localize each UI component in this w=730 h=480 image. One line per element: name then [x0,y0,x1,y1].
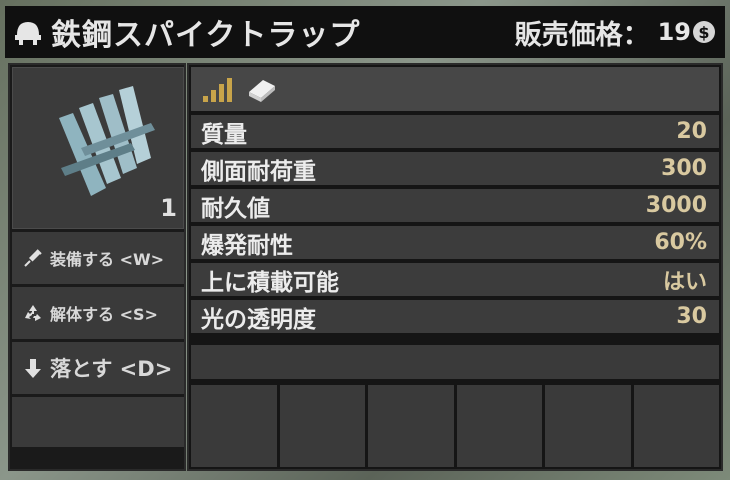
stat-row-stackable-on-top: 上に積載可能 はい [191,263,719,296]
mod-slot[interactable] [368,385,454,467]
item-stats-panel: 質量 20 側面耐荷重 300 耐久値 3000 爆発耐性 60% 上に積載可能… [187,63,723,471]
stat-row-mass: 質量 20 [191,115,719,148]
item-left-panel: 1 装備する <W> 解体する <S> 落とす <D> [8,63,186,471]
book-icon[interactable] [245,74,279,104]
stat-label: 質量 [201,121,247,148]
stat-label: 爆発耐性 [201,232,293,259]
info-icons-row [191,67,719,111]
item-name: 鉄鋼スパイクトラップ [51,18,361,53]
empty-stat-row [191,345,719,379]
stat-value: 3000 [645,193,707,218]
stat-label: 耐久値 [201,195,270,222]
mod-slot[interactable] [279,385,365,467]
steel-spike-trap-image [59,86,155,196]
drop-button[interactable]: 落とす <D> [12,342,184,394]
mod-slot[interactable] [456,385,542,467]
coin-icon: $ [693,21,715,43]
scrap-button[interactable]: 解体する <S> [12,287,184,339]
syringe-icon [24,249,42,267]
stat-row-explosion-resistance: 爆発耐性 60% [191,226,719,259]
quality-bars-icon[interactable] [201,74,235,104]
stat-label: 側面耐荷重 [201,158,316,185]
mod-slot[interactable] [545,385,631,467]
price-value: 19 [657,18,691,46]
item-title-bar: 鉄鋼スパイクトラップ 販売価格： 19 $ [5,6,725,58]
stat-value: 30 [676,304,707,329]
stat-value: 60% [654,230,707,255]
item-preview: 1 [12,67,184,229]
stat-value: 300 [661,156,707,181]
scrap-label: 解体する <S> [50,305,158,324]
stat-row-side-load: 側面耐荷重 300 [191,152,719,185]
sell-price: 販売価格： 19 $ [515,13,715,52]
equip-button[interactable]: 装備する <W> [12,232,184,284]
equip-label: 装備する <W> [50,250,165,269]
item-quantity: 1 [160,194,177,222]
arrow-down-icon [25,359,41,378]
mod-slot[interactable] [633,385,719,467]
price-label: 販売価格： [514,19,650,51]
building-helmet-icon [15,22,41,45]
mod-slot[interactable] [191,385,277,467]
stat-row-durability: 耐久値 3000 [191,189,719,222]
stat-value: 20 [676,119,707,144]
stat-label: 光の透明度 [201,306,316,333]
recycle-icon [25,305,41,321]
stat-row-light-transparency: 光の透明度 30 [191,300,719,333]
stat-label: 上に積載可能 [201,269,339,296]
stat-value: はい [662,269,707,295]
drop-label: 落とす <D> [50,357,173,381]
mod-slots [191,385,719,467]
left-empty-slot [12,397,184,447]
